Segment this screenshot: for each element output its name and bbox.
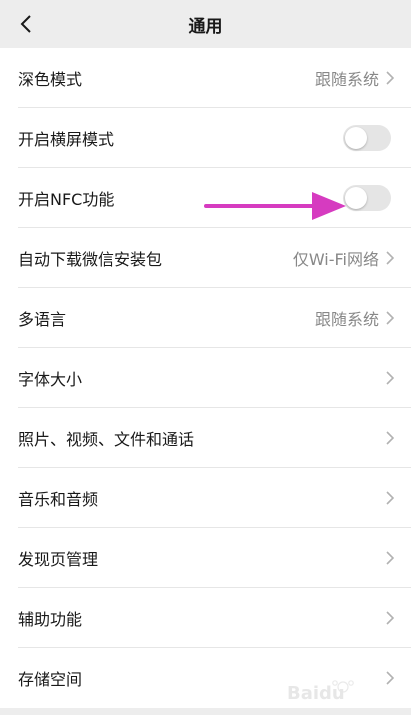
- toggle-knob: [345, 127, 367, 149]
- row-label: 深色模式: [18, 70, 83, 89]
- chevron-right-icon: [385, 310, 395, 326]
- row-label: 发现页管理: [18, 550, 99, 569]
- row-landscape: 开启横屏模式: [0, 108, 411, 168]
- chevron-left-icon: [20, 15, 31, 33]
- row-label: 字体大小: [18, 370, 83, 389]
- row-language[interactable]: 多语言 跟随系统: [0, 288, 411, 348]
- landscape-toggle[interactable]: [343, 125, 391, 151]
- row-media[interactable]: 照片、视频、文件和通话: [0, 408, 411, 468]
- row-value: 跟随系统: [314, 310, 379, 329]
- row-label: 音乐和音频: [18, 490, 99, 509]
- row-label: 照片、视频、文件和通话: [18, 430, 195, 449]
- back-button[interactable]: [8, 4, 44, 44]
- chevron-right-icon: [385, 550, 395, 566]
- chevron-right-icon: [385, 70, 395, 86]
- row-label: 多语言: [18, 310, 67, 329]
- settings-page: 通用 深色模式 跟随系统 开启横屏模式 开启NFC功能 自动下载微信安装包 仅W…: [0, 0, 411, 715]
- row-label: 开启横屏模式: [18, 130, 115, 149]
- row-font-size[interactable]: 字体大小: [0, 348, 411, 408]
- settings-list: 深色模式 跟随系统 开启横屏模式 开启NFC功能 自动下载微信安装包 仅Wi-F…: [0, 48, 411, 708]
- chevron-right-icon: [385, 430, 395, 446]
- annotation-arrow-icon: [204, 192, 346, 220]
- row-value: 仅Wi-Fi网络: [292, 250, 379, 269]
- page-title: 通用: [188, 16, 223, 37]
- chevron-right-icon: [385, 610, 395, 626]
- nfc-toggle[interactable]: [343, 185, 391, 211]
- chevron-right-icon: [385, 250, 395, 266]
- toggle-knob: [345, 187, 367, 209]
- row-auto-download[interactable]: 自动下载微信安装包 仅Wi-Fi网络: [0, 228, 411, 288]
- row-label: 自动下载微信安装包: [18, 250, 163, 269]
- row-music[interactable]: 音乐和音频: [0, 468, 411, 528]
- chevron-right-icon: [385, 370, 395, 386]
- row-label: 辅助功能: [18, 610, 83, 629]
- row-dark-mode[interactable]: 深色模式 跟随系统: [0, 48, 411, 108]
- header: 通用: [0, 0, 411, 48]
- chevron-right-icon: [385, 490, 395, 506]
- watermark-text: Baidu: [287, 683, 345, 704]
- row-discover[interactable]: 发现页管理: [0, 528, 411, 588]
- row-value: 跟随系统: [314, 70, 379, 89]
- row-accessibility[interactable]: 辅助功能: [0, 588, 411, 648]
- baidu-watermark-logo: Baidu: [287, 680, 354, 704]
